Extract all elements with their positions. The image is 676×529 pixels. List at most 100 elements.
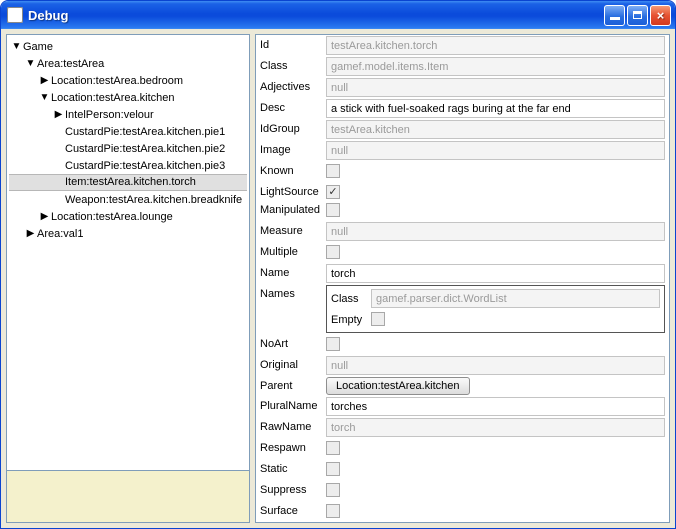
property-row: Measure <box>256 221 669 242</box>
property-row: Multiple <box>256 242 669 263</box>
disclosure-down-icon[interactable]: ▼ <box>11 41 22 52</box>
property-label: NoArt <box>260 335 326 350</box>
property-value <box>326 481 665 500</box>
property-label: Measure <box>260 222 326 237</box>
property-row: Surface <box>256 501 669 522</box>
property-input-class <box>326 57 665 76</box>
titlebar[interactable]: Debug × <box>1 1 675 29</box>
property-row: LightSource <box>256 182 669 200</box>
tree-item[interactable]: ▶IntelPerson:velour <box>9 106 249 123</box>
tree-item-label: CustardPie:testArea.kitchen.pie3 <box>65 160 225 172</box>
property-input-measure <box>326 222 665 241</box>
tree-item[interactable]: ▶CustardPie:testArea.kitchen.pie2 <box>9 140 249 157</box>
tree-item-label: Location:testArea.bedroom <box>51 75 183 87</box>
property-checkbox-multiple[interactable] <box>326 245 340 259</box>
property-label: Static <box>260 460 326 475</box>
property-row: Class <box>256 56 669 77</box>
property-value <box>326 162 665 181</box>
property-row: Static <box>256 459 669 480</box>
close-button[interactable]: × <box>650 5 671 26</box>
property-label: Desc <box>260 99 326 114</box>
tree-item[interactable]: ▶Area:val1 <box>9 225 249 242</box>
names-empty-checkbox[interactable] <box>371 312 385 326</box>
property-value <box>326 439 665 458</box>
property-input-original <box>326 356 665 375</box>
property-input-desc[interactable] <box>326 99 665 118</box>
property-panel[interactable]: IdClassAdjectivesDescIdGroupImageKnownLi… <box>255 34 670 523</box>
property-checkbox-surface[interactable] <box>326 504 340 518</box>
tree-item[interactable]: ▶CustardPie:testArea.kitchen.pie1 <box>9 123 249 140</box>
app-icon <box>7 7 23 23</box>
property-label: IdGroup <box>260 120 326 135</box>
tree-item[interactable]: ▶Location:testArea.lounge <box>9 208 249 225</box>
tree-item-label: Item:testArea.kitchen.torch <box>65 175 196 190</box>
tree-item-label: CustardPie:testArea.kitchen.pie1 <box>65 126 225 138</box>
tree-item[interactable]: ▶Location:testArea.bedroom <box>9 72 249 89</box>
property-checkbox-suppress[interactable] <box>326 483 340 497</box>
property-input-name[interactable] <box>326 264 665 283</box>
property-link-parent[interactable]: Location:testArea.kitchen <box>326 377 470 395</box>
property-value: Location:testArea.kitchen <box>326 377 665 395</box>
property-value <box>326 120 665 139</box>
tree-item[interactable]: ▶CustardPie:testArea.kitchen.pie3 <box>9 157 249 174</box>
disclosure-right-icon[interactable]: ▶ <box>39 211 50 222</box>
tree-item[interactable]: ▼Area:testArea <box>9 55 249 72</box>
tree-item-label: Location:testArea.kitchen <box>51 92 175 104</box>
window-title: Debug <box>28 8 604 23</box>
property-checkbox-lightsource[interactable] <box>326 185 340 199</box>
property-value <box>326 99 665 118</box>
property-row: Suppress <box>256 480 669 501</box>
property-checkbox-manipulated[interactable] <box>326 203 340 217</box>
property-label: LightSource <box>260 183 326 198</box>
property-label: Multiple <box>260 243 326 258</box>
window-buttons: × <box>604 5 671 26</box>
minimize-button[interactable] <box>604 5 625 26</box>
property-value <box>326 264 665 283</box>
property-input-pluralname[interactable] <box>326 397 665 416</box>
disclosure-right-icon[interactable]: ▶ <box>53 109 64 120</box>
disclosure-right-icon[interactable]: ▶ <box>39 75 50 86</box>
property-value <box>326 356 665 375</box>
property-row: Image <box>256 140 669 161</box>
property-value <box>326 418 665 437</box>
property-value <box>326 36 665 55</box>
tree-item[interactable]: ▶Item:testArea.kitchen.torch <box>9 174 247 191</box>
property-value <box>326 141 665 160</box>
property-label: Adjectives <box>260 78 326 93</box>
property-value <box>326 335 665 354</box>
maximize-button[interactable] <box>627 5 648 26</box>
tree-item-label: Weapon:testArea.kitchen.breadknife <box>65 194 242 206</box>
property-checkbox-noart[interactable] <box>326 337 340 351</box>
disclosure-down-icon[interactable]: ▼ <box>39 92 50 103</box>
client-area: ▼Game▼Area:testArea▶Location:testArea.be… <box>1 29 675 528</box>
property-input-image <box>326 141 665 160</box>
names-subpanel: ClassEmpty <box>326 285 665 333</box>
property-row: Respawn <box>256 438 669 459</box>
names-class-label: Class <box>331 293 371 305</box>
tree-item[interactable]: ▶Weapon:testArea.kitchen.breadknife <box>9 191 249 208</box>
tree-item[interactable]: ▼Location:testArea.kitchen <box>9 89 249 106</box>
property-row: Original <box>256 355 669 376</box>
tree-item-label: Area:val1 <box>37 228 83 240</box>
property-value <box>326 502 665 521</box>
property-checkbox-known[interactable] <box>326 164 340 178</box>
property-label: Names <box>260 285 326 300</box>
property-row: NoArt <box>256 334 669 355</box>
property-label: Parent <box>260 377 326 392</box>
property-checkbox-respawn[interactable] <box>326 441 340 455</box>
property-input-id <box>326 36 665 55</box>
tree-item-label: CustardPie:testArea.kitchen.pie2 <box>65 143 225 155</box>
property-row: RawName <box>256 417 669 438</box>
property-checkbox-static[interactable] <box>326 462 340 476</box>
property-row: ParentLocation:testArea.kitchen <box>256 376 669 396</box>
property-value <box>326 243 665 262</box>
property-row: Id <box>256 35 669 56</box>
tree-item[interactable]: ▼Game <box>9 38 249 55</box>
property-label: RawName <box>260 418 326 433</box>
tree-pane: ▼Game▼Area:testArea▶Location:testArea.be… <box>6 34 250 523</box>
disclosure-right-icon[interactable]: ▶ <box>25 228 36 239</box>
property-label: Class <box>260 57 326 72</box>
property-row: Unique <box>256 522 669 523</box>
object-tree[interactable]: ▼Game▼Area:testArea▶Location:testArea.be… <box>6 34 250 471</box>
disclosure-down-icon[interactable]: ▼ <box>25 58 36 69</box>
